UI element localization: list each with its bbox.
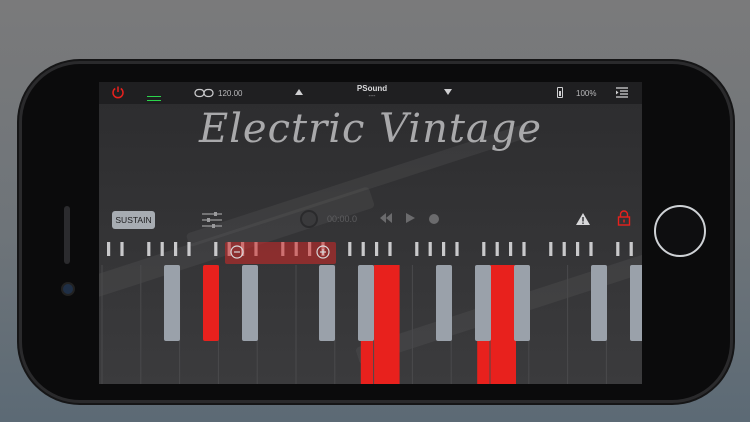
navigator-key <box>522 242 526 256</box>
app-screen: 120.00 PSound --- 100% Electric Vintage … <box>99 82 642 384</box>
zoom-minus-icon[interactable] <box>230 245 244 259</box>
link-icon[interactable] <box>194 88 214 98</box>
mixer-icon[interactable] <box>201 210 223 230</box>
warning-icon[interactable] <box>575 212 591 226</box>
front-camera <box>61 282 75 296</box>
navigator-key <box>455 242 459 256</box>
navigator-key <box>174 242 178 256</box>
home-button[interactable] <box>654 205 706 257</box>
navigator-key <box>442 242 446 256</box>
navigator-key <box>107 242 111 256</box>
navigator-key <box>509 242 513 256</box>
black-key[interactable] <box>591 265 607 341</box>
black-key-pressed[interactable] <box>203 265 219 341</box>
side-button-2 <box>175 401 223 405</box>
black-key[interactable] <box>475 265 491 341</box>
instrument-title: Electric Vintage <box>198 106 543 152</box>
play-icon[interactable] <box>404 212 418 224</box>
navigator-key <box>428 242 432 256</box>
record-icon[interactable] <box>300 210 318 228</box>
top-toolbar: 120.00 PSound --- 100% <box>99 82 642 104</box>
navigator-key <box>214 242 218 256</box>
piano-keyboard[interactable] <box>99 265 642 384</box>
battery-percent: 100% <box>576 89 597 98</box>
zoom-plus-icon[interactable] <box>316 245 330 259</box>
lock-icon[interactable] <box>617 210 631 226</box>
navigator-key <box>482 242 486 256</box>
navigator-key <box>415 242 419 256</box>
navigator-key <box>120 242 124 256</box>
sound-name[interactable]: PSound <box>339 84 405 93</box>
navigator-key <box>361 242 365 256</box>
midi-indicator <box>147 96 161 101</box>
sound-subtitle: --- <box>368 93 376 100</box>
battery-icon <box>557 87 563 98</box>
navigator-key <box>160 242 164 256</box>
power-icon[interactable] <box>111 85 125 99</box>
side-button-3 <box>238 401 286 405</box>
time-display: 00:00.0 <box>327 214 358 224</box>
up-arrow-icon[interactable] <box>295 89 303 95</box>
navigator-key <box>388 242 392 256</box>
navigator-key <box>147 242 151 256</box>
navigator-key <box>375 242 379 256</box>
keyboard-navigator[interactable] <box>99 238 642 262</box>
navigator-key <box>589 242 593 256</box>
navigator-key <box>187 242 191 256</box>
black-key[interactable] <box>242 265 258 341</box>
black-key[interactable] <box>319 265 335 341</box>
stop-dot-icon[interactable] <box>429 214 439 224</box>
navigator-key <box>549 242 553 256</box>
black-key[interactable] <box>164 265 180 341</box>
navigator-key <box>562 242 566 256</box>
navigator-key <box>616 242 620 256</box>
navigator-key <box>629 242 633 256</box>
sustain-button[interactable]: SUSTAIN <box>112 211 155 229</box>
navigator-key <box>495 242 499 256</box>
black-key[interactable] <box>514 265 530 341</box>
black-key[interactable] <box>358 265 374 341</box>
earpiece-speaker <box>64 206 70 264</box>
navigator-key <box>576 242 580 256</box>
menu-icon[interactable] <box>615 86 629 100</box>
black-key[interactable] <box>630 265 642 341</box>
down-arrow-icon[interactable] <box>444 89 452 95</box>
black-key[interactable] <box>436 265 452 341</box>
side-button-1 <box>112 401 138 405</box>
navigator-key <box>348 242 352 256</box>
rewind-icon[interactable] <box>379 212 393 224</box>
tempo-value[interactable]: 120.00 <box>218 89 242 98</box>
